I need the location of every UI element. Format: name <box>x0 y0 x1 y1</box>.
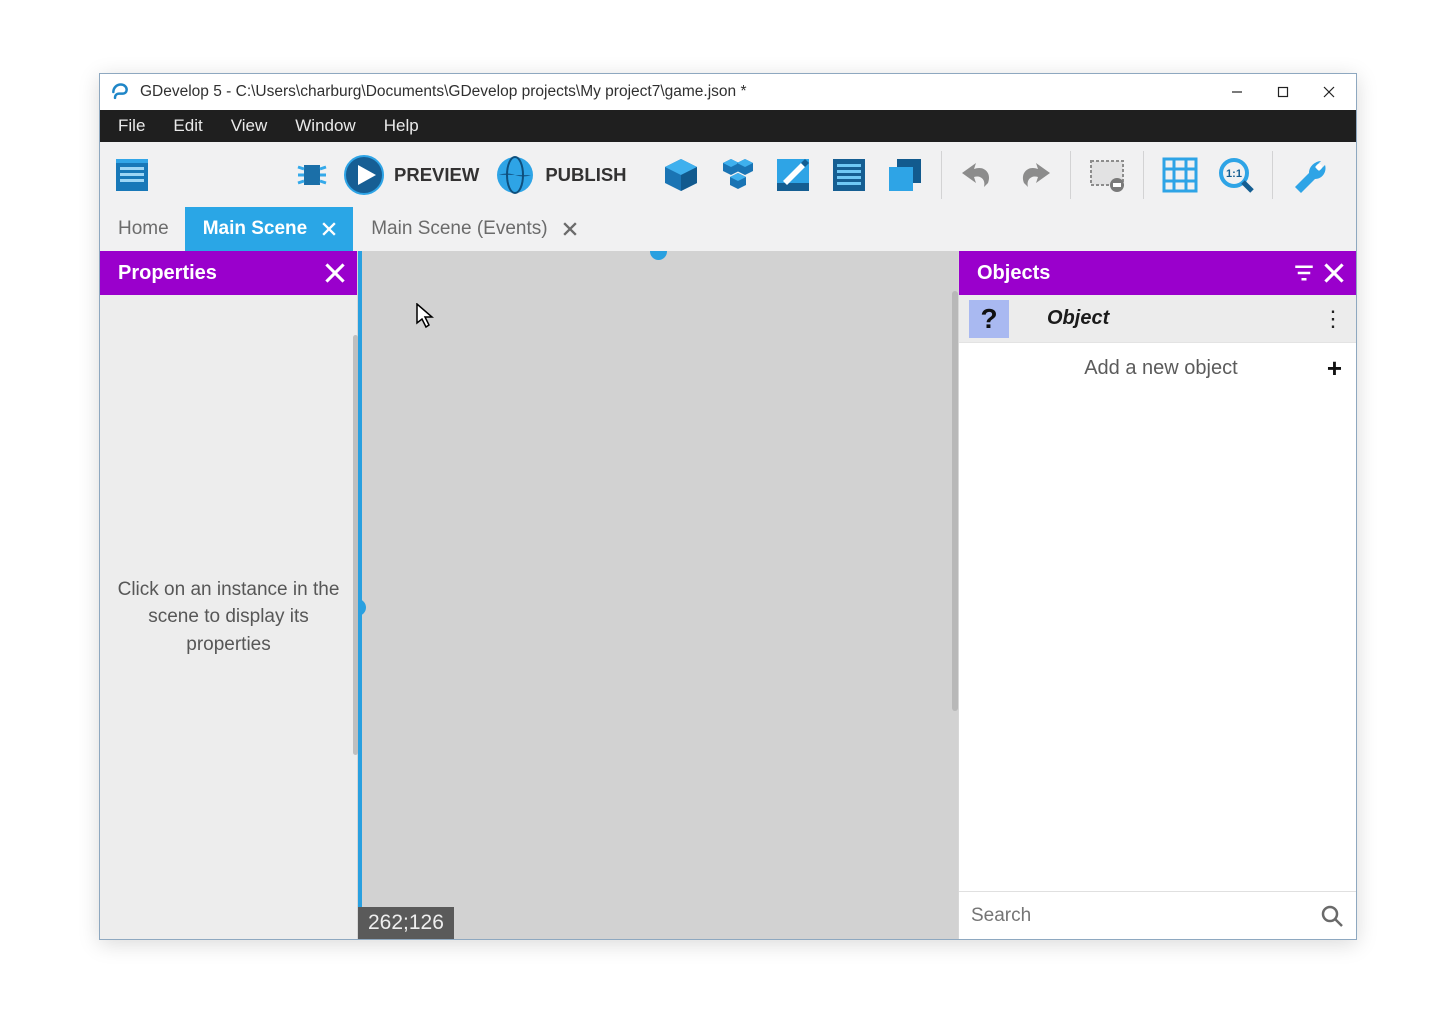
tab-home-label: Home <box>118 218 169 240</box>
object-menu-button[interactable]: ⋮ <box>1322 306 1342 332</box>
properties-title: Properties <box>118 262 217 285</box>
close-panel-icon[interactable] <box>1324 263 1344 283</box>
objects-search-row <box>959 891 1356 939</box>
plus-icon: + <box>1327 353 1342 384</box>
object-item[interactable]: ? Object ⋮ <box>959 295 1356 343</box>
zoom-reset-button[interactable]: 1:1 <box>1210 149 1262 201</box>
toolbar-divider <box>941 151 942 199</box>
menu-file[interactable]: File <box>104 112 159 140</box>
object-name: Object <box>1027 307 1304 330</box>
project-manager-button[interactable] <box>106 149 158 201</box>
close-panel-icon[interactable] <box>325 263 345 283</box>
properties-header: Properties <box>100 251 357 295</box>
main-area: Properties Click on an instance in the s… <box>100 251 1356 939</box>
add-object-row[interactable]: Add a new object + <box>959 343 1356 393</box>
maximize-button[interactable] <box>1260 76 1306 108</box>
origin-handle-top[interactable] <box>650 251 667 260</box>
object-thumbnail-unknown-icon: ? <box>969 300 1009 338</box>
tab-main-scene-events[interactable]: Main Scene (Events) <box>353 207 593 251</box>
minimize-button[interactable] <box>1214 76 1260 108</box>
menu-view[interactable]: View <box>217 112 282 140</box>
toolbar: PREVIEW PUBLISH <box>100 142 1356 207</box>
scene-canvas[interactable]: 262;126 <box>358 251 958 939</box>
objects-search-input[interactable] <box>971 905 1310 927</box>
objects-header: Objects <box>959 251 1356 295</box>
layers-button[interactable] <box>879 149 931 201</box>
scene-tabs-bar: Home Main Scene Main Scene (Events) <box>100 207 1356 251</box>
app-logo-icon <box>110 82 130 102</box>
tab-home[interactable]: Home <box>100 207 185 251</box>
toolbar-divider-4 <box>1272 151 1273 199</box>
menu-help[interactable]: Help <box>370 112 433 140</box>
mask-toggle-button[interactable] <box>1081 149 1133 201</box>
objects-list-button[interactable] <box>711 149 763 201</box>
close-window-button[interactable] <box>1306 76 1352 108</box>
add-object-button[interactable] <box>655 149 707 201</box>
preview-label: PREVIEW <box>394 164 479 186</box>
close-tab-icon[interactable] <box>562 221 578 237</box>
close-tab-icon[interactable] <box>321 221 337 237</box>
debug-button[interactable] <box>286 149 338 201</box>
edit-button[interactable] <box>767 149 819 201</box>
tab-main-scene-label: Main Scene <box>203 218 308 240</box>
play-icon <box>342 153 386 197</box>
publish-label: PUBLISH <box>545 164 626 186</box>
add-object-label: Add a new object <box>969 357 1313 380</box>
settings-button[interactable] <box>1283 149 1335 201</box>
scrollbar[interactable] <box>952 291 958 711</box>
titlebar: GDevelop 5 - C:\Users\charburg\Documents… <box>100 74 1356 110</box>
redo-button[interactable] <box>1008 149 1060 201</box>
origin-line-vertical <box>358 251 362 939</box>
publish-button[interactable]: PUBLISH <box>493 153 636 197</box>
window-controls <box>1214 76 1352 108</box>
origin-handle-left[interactable] <box>358 599 366 616</box>
objects-panel: Objects ? Object ⋮ Add a new object + <box>958 251 1356 939</box>
preview-button[interactable]: PREVIEW <box>342 153 489 197</box>
menubar: File Edit View Window Help <box>100 110 1356 142</box>
svg-text:1:1: 1:1 <box>1226 168 1242 180</box>
menu-edit[interactable]: Edit <box>159 112 216 140</box>
undo-button[interactable] <box>952 149 1004 201</box>
properties-button[interactable] <box>823 149 875 201</box>
grid-button[interactable] <box>1154 149 1206 201</box>
toolbar-divider-3 <box>1143 151 1144 199</box>
objects-list: ? Object ⋮ Add a new object + <box>959 295 1356 891</box>
properties-panel: Properties Click on an instance in the s… <box>100 251 358 939</box>
toolbar-divider-2 <box>1070 151 1071 199</box>
cursor-icon <box>416 303 434 329</box>
globe-icon <box>493 153 537 197</box>
tab-events-label: Main Scene (Events) <box>371 218 547 240</box>
search-icon[interactable] <box>1320 904 1344 928</box>
objects-title: Objects <box>977 262 1050 285</box>
app-window: GDevelop 5 - C:\Users\charburg\Documents… <box>99 73 1357 940</box>
menu-window[interactable]: Window <box>281 112 369 140</box>
cursor-coordinates: 262;126 <box>358 907 454 939</box>
tab-main-scene[interactable]: Main Scene <box>185 207 354 251</box>
properties-hint: Click on an instance in the scene to dis… <box>100 295 357 939</box>
filter-icon[interactable] <box>1294 263 1314 283</box>
window-title: GDevelop 5 - C:\Users\charburg\Documents… <box>140 83 1214 101</box>
